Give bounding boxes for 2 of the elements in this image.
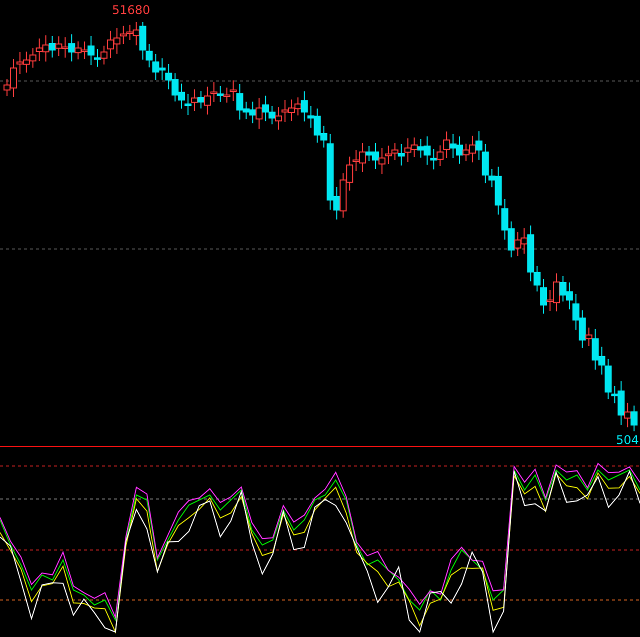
high-price-label: 51680 bbox=[112, 3, 150, 17]
last-price-label: 504 bbox=[616, 433, 639, 446]
